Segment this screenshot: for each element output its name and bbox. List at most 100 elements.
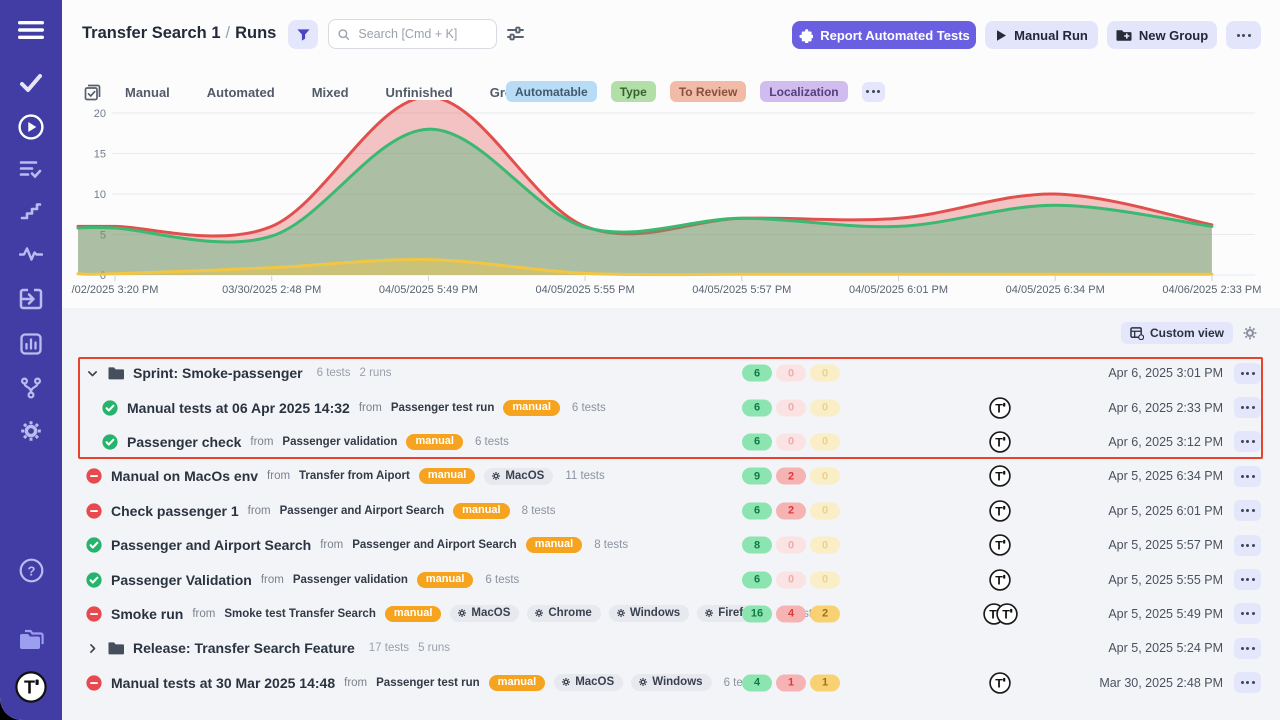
chevron-right-icon[interactable] [86,642,99,655]
automation-puzzle-icon [798,28,813,43]
passed-count-badge: 16 [742,605,772,622]
settings-icon[interactable] [0,419,62,443]
row-more-button[interactable] [1234,363,1261,384]
manual-badge: manual [406,434,463,450]
row-more-button[interactable] [1234,672,1261,693]
table-row[interactable]: Manual on MacOs env from Transfer from A… [78,459,1263,493]
table-row[interactable]: Passenger check from Passenger validatio… [78,425,1263,459]
report-chart-icon[interactable] [0,333,62,355]
tab-mixed[interactable]: Mixed [312,85,349,100]
failed-count-badge: 4 [776,605,806,622]
run-title[interactable]: Manual tests at 30 Mar 2025 14:48 [111,675,335,691]
from-label: from [267,470,290,482]
import-icon[interactable] [0,288,62,310]
avatar: T [989,431,1011,453]
steps-icon[interactable] [0,201,62,221]
custom-view-button[interactable]: Custom view [1121,322,1233,344]
run-title[interactable]: Manual on MacOs env [111,468,258,484]
run-title[interactable]: Passenger Validation [111,572,252,588]
row-more-button[interactable] [1234,535,1261,556]
manual-badge: manual [503,400,560,416]
env-chips: MacOSChromeWindowsFirefox [450,605,765,622]
branch-icon[interactable] [0,377,62,399]
table-row[interactable]: Check passenger 1 from Passenger and Air… [78,494,1263,528]
tests-count: 6 tests [475,436,509,448]
svg-text:10: 10 [94,189,106,201]
assignee-avatars: T [976,465,1024,487]
skipped-count-badge: 0 [810,502,840,519]
run-title[interactable]: Passenger check [127,434,241,450]
env-chips: MacOS [484,468,553,485]
menu-icon[interactable] [0,20,62,40]
select-runs-icon[interactable] [84,84,101,101]
run-title[interactable]: Check passenger 1 [111,503,239,519]
play-circle-icon[interactable] [0,114,62,140]
run-title[interactable]: Passenger and Airport Search [111,537,311,553]
row-more-button[interactable] [1234,431,1261,452]
avatar: T [989,534,1011,556]
row-more-button[interactable] [1234,466,1261,487]
play-icon [995,29,1007,42]
run-title[interactable]: Smoke run [111,606,183,622]
filter-tag-automatable[interactable]: Automatable [506,81,597,102]
passed-count-badge: 6 [742,399,772,416]
row-more-button[interactable] [1234,397,1261,418]
assignee-avatars: T [976,500,1024,522]
table-row[interactable]: Release: Transfer Search Feature 17 test… [78,631,1263,665]
header-more-button[interactable] [1226,21,1261,49]
tab-manual[interactable]: Manual [125,85,170,100]
filter-tags-more-button[interactable] [862,82,885,102]
filter-tag-localization[interactable]: Localization [760,81,847,102]
more-icon [1241,647,1255,650]
tab-automated[interactable]: Automated [207,85,275,100]
search-input[interactable] [356,26,487,42]
row-more-button[interactable] [1234,603,1261,624]
folder-icon [108,641,124,655]
filter-tag-type[interactable]: Type [611,81,656,102]
list-check-icon[interactable] [0,159,62,179]
table-row[interactable]: Passenger Validation from Passenger vali… [78,562,1263,596]
row-more-button[interactable] [1234,569,1261,590]
failed-count-badge: 0 [776,365,806,382]
report-automated-tests-button[interactable]: Report Automated Tests [792,21,976,49]
projects-icon[interactable] [0,629,62,653]
run-title[interactable]: Manual tests at 06 Apr 2025 14:32 [127,400,350,416]
run-title[interactable]: Sprint: Smoke-passenger [133,365,303,381]
manual-run-button[interactable]: Manual Run [985,21,1098,49]
row-more-button[interactable] [1234,500,1261,521]
svg-text:04/06/2025 2:33 PM: 04/06/2025 2:33 PM [1162,284,1261,296]
search-box [328,19,497,49]
more-icon [1241,372,1255,375]
manual-badge: manual [526,537,583,553]
filter-button[interactable] [288,20,318,49]
table-row[interactable]: Manual tests at 30 Mar 2025 14:48 from P… [78,666,1263,700]
funnel-icon [296,27,311,42]
display-settings-icon[interactable] [506,25,525,47]
row-more-button[interactable] [1234,638,1261,659]
help-icon[interactable]: ? [0,558,62,583]
svg-text:T: T [1002,607,1010,621]
check-icon[interactable] [0,72,62,94]
breadcrumb-project[interactable]: Transfer Search 1 [82,24,221,42]
run-title[interactable]: Release: Transfer Search Feature [133,640,355,656]
skipped-count-badge: 0 [810,433,840,450]
breadcrumb-separator: / [221,24,236,42]
filter-tag-to-review[interactable]: To Review [670,81,746,102]
folder-plus-icon [1116,28,1132,42]
user-avatar[interactable]: T [0,671,62,703]
from-label: from [320,539,343,551]
svg-text:03/30/2025 2:48 PM: 03/30/2025 2:48 PM [222,284,321,296]
table-row[interactable]: Sprint: Smoke-passenger 6 tests2 runs 60… [78,356,1263,390]
table-row[interactable]: Passenger and Airport Search from Passen… [78,528,1263,562]
view-settings-gear-icon[interactable] [1242,325,1258,341]
chevron-down-icon[interactable] [86,367,99,380]
manual-badge: manual [419,468,476,484]
manual-badge: manual [385,606,442,622]
svg-text:04/05/2025 5:55 PM: 04/05/2025 5:55 PM [536,284,635,296]
activity-icon[interactable] [0,245,62,263]
tab-unfinished[interactable]: Unfinished [386,85,453,100]
assignee-avatars: T [976,431,1024,453]
table-row[interactable]: Smoke run from Smoke test Transfer Searc… [78,597,1263,631]
new-group-button[interactable]: New Group [1107,21,1217,49]
table-row[interactable]: Manual tests at 06 Apr 2025 14:32 from P… [78,390,1263,424]
